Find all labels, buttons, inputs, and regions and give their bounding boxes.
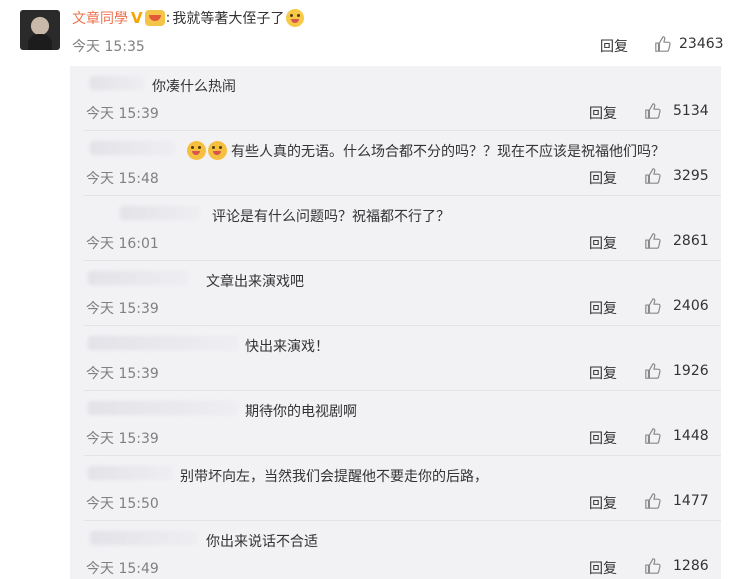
- reply-time: 今天 15:49: [86, 561, 159, 577]
- thumbs-up-icon[interactable]: [644, 557, 662, 575]
- like-count: 5134: [673, 103, 709, 119]
- blurred-username: [120, 206, 200, 220]
- reply-text: 你出来说话不合适: [206, 534, 318, 550]
- reply-button[interactable]: 回复: [589, 233, 617, 253]
- reply-text: 期待你的电视剧啊: [245, 404, 357, 420]
- blurred-username: [90, 531, 198, 545]
- blurred-username: [88, 271, 188, 285]
- reply-item: 有些人真的无语。什么场合都不分的吗？？现在不应该是祝福他们吗？ 今天 15:48…: [70, 131, 721, 196]
- like-count: 1477: [673, 493, 709, 509]
- reply-button[interactable]: 回复: [589, 168, 617, 188]
- member-face-icon: [144, 10, 165, 26]
- replies-panel: 你凑什么热闹 今天 15:39 回复 5134 有些人真的无语。什么场合都不分的…: [70, 66, 721, 579]
- main-comment: 文章同學 V : 我就等著大侄子了 今天 15:35 回复 23463: [0, 0, 745, 66]
- reply-time: 今天 15:39: [86, 366, 159, 382]
- verified-badge-icon: V: [131, 9, 143, 27]
- grinning-sweat-icon: [187, 141, 206, 160]
- reply-time: 今天 15:48: [86, 171, 159, 187]
- thumbs-up-icon[interactable]: [644, 297, 662, 315]
- like-count: 1926: [673, 363, 709, 379]
- blurred-username: [90, 76, 145, 90]
- grinning-sweat-icon: [208, 141, 227, 160]
- thumbs-up-icon[interactable]: [654, 35, 672, 53]
- reply-button[interactable]: 回复: [600, 36, 628, 56]
- reply-button[interactable]: 回复: [589, 493, 617, 513]
- reply-time: 今天 16:01: [86, 236, 159, 252]
- reply-button[interactable]: 回复: [589, 103, 617, 123]
- reply-text: 快出来演戏！: [245, 339, 329, 355]
- grinning-sweat-icon: [187, 141, 229, 160]
- reply-item: 你出来说话不合适 今天 15:49 回复 1286: [70, 521, 721, 579]
- reply-item: 文章出来演戏吧 今天 15:39 回复 2406: [70, 261, 721, 326]
- reply-item: 你凑什么热闹 今天 15:39 回复 5134: [70, 66, 721, 131]
- thumbs-up-icon[interactable]: [644, 167, 662, 185]
- thumbs-up-icon[interactable]: [644, 232, 662, 250]
- like-count: 2406: [673, 298, 709, 314]
- reply-item: 别带坏向左，当然我们会提醒他不要走你的后路， 今天 15:50 回复 1477: [70, 456, 721, 521]
- thumbs-up-icon[interactable]: [644, 362, 662, 380]
- like-count: 23463: [679, 36, 724, 52]
- blurred-username: [88, 466, 173, 480]
- reply-time: 今天 15:39: [86, 106, 159, 122]
- reply-text: 评论是有什么问题吗？祝福都不行了？: [212, 209, 450, 225]
- comment-text: 我就等著大侄子了: [172, 11, 285, 27]
- smiling-face-icon: [286, 9, 305, 27]
- reply-button[interactable]: 回复: [589, 558, 617, 578]
- reply-button[interactable]: 回复: [589, 298, 617, 318]
- reply-time: 今天 15:50: [86, 496, 159, 512]
- like-count: 2861: [673, 233, 709, 249]
- reply-button[interactable]: 回复: [589, 428, 617, 448]
- like-count: 3295: [673, 168, 709, 184]
- thumbs-up-icon[interactable]: [644, 492, 662, 510]
- colon: :: [165, 10, 171, 26]
- reply-text: 你凑什么热闹: [152, 79, 236, 95]
- blurred-username: [88, 401, 238, 415]
- reply-item: 评论是有什么问题吗？祝福都不行了？ 今天 16:01 回复 2861: [70, 196, 721, 261]
- like-count: 1448: [673, 428, 709, 444]
- avatar[interactable]: [20, 10, 60, 50]
- reply-item: 期待你的电视剧啊 今天 15:39 回复 1448: [70, 391, 721, 456]
- reply-time: 今天 15:39: [86, 431, 159, 447]
- blurred-username: [88, 336, 238, 350]
- thumbs-up-icon[interactable]: [644, 427, 662, 445]
- reply-text: 有些人真的无语。什么场合都不分的吗？？现在不应该是祝福他们吗？: [231, 144, 665, 160]
- reply-item: 快出来演戏！ 今天 15:39 回复 1926: [70, 326, 721, 391]
- like-count: 1286: [673, 558, 709, 574]
- reply-text: 文章出来演戏吧: [206, 274, 304, 290]
- comment-time: 今天 15:35: [72, 39, 145, 55]
- reply-text: 别带坏向左，当然我们会提醒他不要走你的后路，: [180, 469, 488, 485]
- username-link[interactable]: 文章同學: [72, 8, 128, 28]
- thumbs-up-icon[interactable]: [644, 102, 662, 120]
- reply-time: 今天 15:39: [86, 301, 159, 317]
- reply-button[interactable]: 回复: [589, 363, 617, 383]
- main-comment-line: 文章同學 V : 我就等著大侄子了: [72, 8, 305, 28]
- blurred-username: [90, 141, 175, 155]
